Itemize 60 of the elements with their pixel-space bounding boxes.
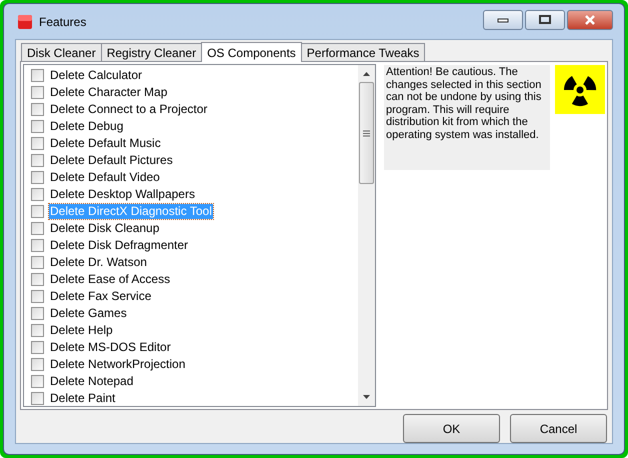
grip-icon — [363, 130, 370, 136]
component-item[interactable]: Delete NetworkProjection — [49, 357, 186, 372]
checkbox[interactable] — [31, 137, 44, 150]
component-item[interactable]: Delete Debug — [49, 119, 124, 134]
component-item[interactable]: Delete Ease of Access — [49, 272, 172, 287]
component-item[interactable]: Delete Default Video — [49, 170, 161, 185]
dialog-button[interactable]: Cancel — [510, 414, 607, 443]
checkbox[interactable] — [31, 69, 44, 82]
checkbox[interactable] — [31, 154, 44, 167]
checkbox[interactable] — [31, 324, 44, 337]
checkbox[interactable] — [31, 307, 44, 320]
component-item[interactable]: Delete Calculator — [49, 68, 144, 83]
checkbox[interactable] — [31, 290, 44, 303]
component-item[interactable]: Delete Dr. Watson — [49, 255, 148, 270]
component-item[interactable]: Delete Paint — [49, 391, 116, 406]
component-item[interactable]: Delete Help — [49, 323, 114, 338]
checkbox[interactable] — [31, 222, 44, 235]
checkbox[interactable] — [31, 188, 44, 201]
window-title: Features — [39, 14, 88, 30]
component-item[interactable]: Delete Notepad — [49, 374, 134, 389]
component-item[interactable]: Delete Default Pictures — [49, 153, 174, 168]
checkbox[interactable] — [31, 103, 44, 116]
minimize-button[interactable] — [483, 10, 523, 30]
checkbox[interactable] — [31, 205, 44, 218]
component-item[interactable]: Delete Disk Defragmenter — [49, 238, 190, 253]
scrollbar[interactable] — [358, 65, 375, 406]
scroll-thumb[interactable] — [359, 82, 374, 184]
component-item[interactable]: Delete Default Music — [49, 136, 162, 151]
component-item[interactable]: Delete Connect to a Projector — [49, 102, 208, 117]
checkbox[interactable] — [31, 273, 44, 286]
checkbox[interactable] — [31, 120, 44, 133]
component-item[interactable]: Delete Disk Cleanup — [49, 221, 160, 236]
tab[interactable]: Performance Tweaks — [300, 43, 426, 61]
app-icon — [17, 14, 33, 30]
dialog-button[interactable]: OK — [403, 414, 500, 443]
tab[interactable]: Registry Cleaner — [100, 43, 202, 61]
component-item[interactable]: Delete MS-DOS Editor — [49, 340, 172, 355]
checkbox[interactable] — [31, 392, 44, 405]
checkbox[interactable] — [31, 341, 44, 354]
tab[interactable]: OS Components — [201, 42, 302, 62]
component-item[interactable]: Delete Character Map — [49, 85, 168, 100]
warning-notice: Attention! Be cautious. The changes selected in this section can not be undone by using this program. This will require distribution kit from which the operating system was installed. — [384, 65, 550, 170]
close-icon — [584, 14, 596, 24]
checkbox[interactable] — [31, 256, 44, 269]
close-button[interactable] — [567, 10, 613, 30]
maximize-icon — [539, 15, 551, 24]
scroll-up-icon[interactable] — [363, 72, 370, 76]
component-item[interactable]: Delete Fax Service — [49, 289, 152, 304]
component-item[interactable]: Delete Games — [49, 306, 128, 321]
tab[interactable]: Disk Cleaner — [21, 43, 102, 61]
checkbox[interactable] — [31, 358, 44, 371]
scroll-down-icon[interactable] — [363, 395, 370, 399]
checkbox[interactable] — [31, 375, 44, 388]
maximize-button[interactable] — [525, 10, 565, 30]
checkbox[interactable] — [31, 239, 44, 252]
checkbox[interactable] — [31, 86, 44, 99]
minimize-icon — [497, 16, 509, 22]
radiation-icon — [555, 65, 605, 114]
component-item[interactable]: Delete Desktop Wallpapers — [49, 187, 196, 202]
checkbox[interactable] — [31, 171, 44, 184]
